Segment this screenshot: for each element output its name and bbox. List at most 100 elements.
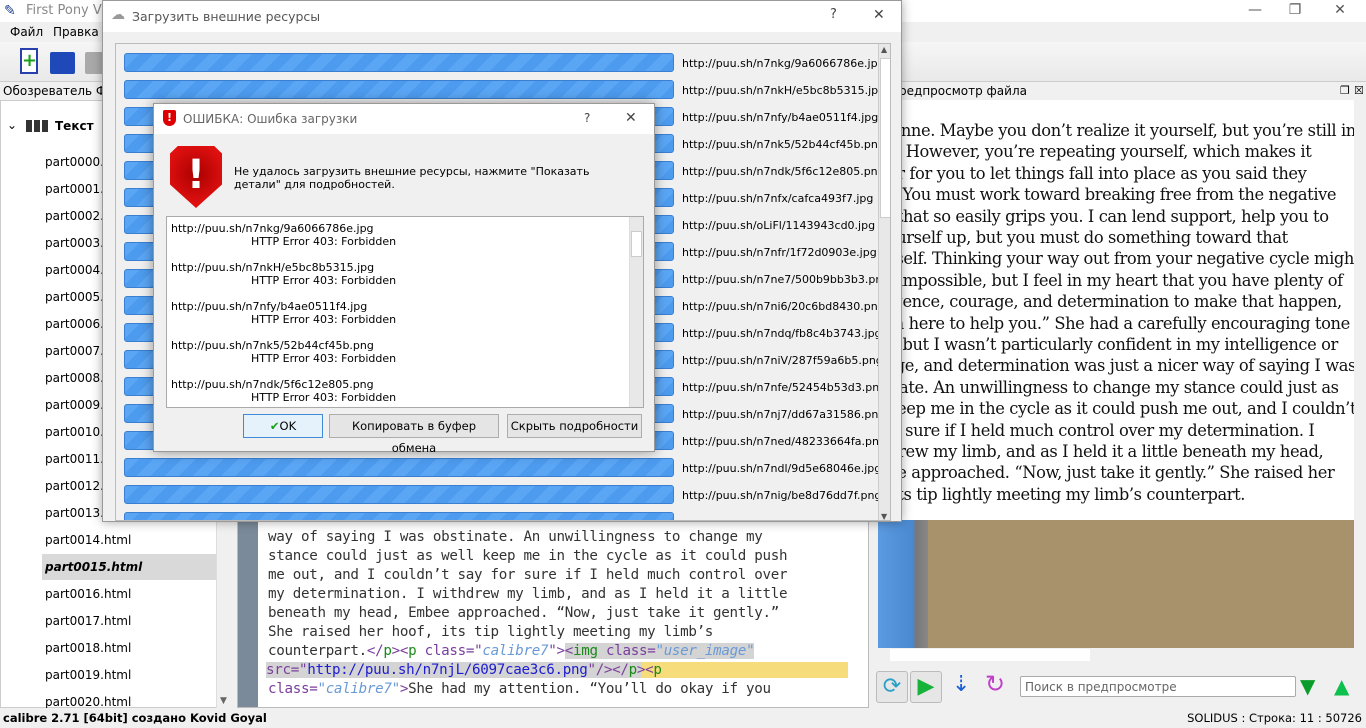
tree-item-part0015-html[interactable]: part0015.html — [45, 560, 142, 574]
detail-url: http://puu.sh/n7ndk/5f6c12e805.png — [171, 378, 374, 391]
detail-url: http://puu.sh/n7nfy/b4ae0511f4.jpg — [171, 300, 368, 313]
chevron-down-icon[interactable]: ⌄ — [7, 118, 17, 132]
preview-text-line: for sure if I held much control over my … — [878, 420, 1315, 440]
find-next-icon[interactable]: ▼ — [1300, 674, 1315, 698]
code-line-highlighted: src="http://puu.sh/n7njL/6097cae3c6.png"… — [266, 662, 848, 678]
detail-url: http://puu.sh/n7nk5/52b44cf45b.png — [171, 339, 374, 352]
dock-close-icon[interactable]: ☒ — [1354, 84, 1364, 97]
help-button[interactable]: ? — [584, 111, 590, 125]
download-url: http://puu.sh/n7nkg/9a6066786e.jpg — [682, 57, 885, 70]
download-list-scrollbar[interactable]: ▲ ▼ — [878, 44, 890, 520]
preview-text-line: yourself up, but you must do something t… — [878, 228, 1288, 247]
download-url: http://puu.sh/n7ndq/fb8c4b3743.jpg — [682, 327, 882, 340]
tree-item-part0020-html[interactable]: part0020.html — [45, 695, 131, 709]
preview-text-line: hdrew my limb, and as I held it a little… — [878, 442, 1324, 461]
preview-text-line: m impossible, but I feel in my heart tha… — [878, 270, 1343, 290]
tree-item-part0014-html[interactable]: part0014.html — [45, 533, 131, 547]
code-line: counterpart.</p><p class="calibre7"><img… — [268, 643, 755, 659]
preview-image — [878, 520, 1354, 648]
detail-error: HTTP Error 403: Forbidden — [251, 391, 397, 404]
preview-text-line: ld. You must work toward breaking free f… — [878, 185, 1337, 205]
preview-horizontal-scrollbar[interactable] — [878, 648, 1354, 662]
detail-error: HTTP Error 403: Forbidden — [251, 352, 397, 365]
download-url: http://puu.sh/n7ndk/5f6c12e805.png — [682, 165, 885, 178]
tree-item-part0016-html[interactable]: part0016.html — [45, 587, 131, 601]
preview-text-line: der for you to let things fall into plac… — [878, 163, 1307, 183]
error-dialog: ! ОШИБКА: Ошибка загрузки ? ✕ ! Не удало… — [153, 103, 655, 455]
download-progress-bar — [124, 80, 674, 99]
download-progress-bar — [124, 485, 674, 504]
preview-text-line: tinate. An unwillingness to change my st… — [878, 377, 1339, 397]
copy-to-clipboard-button[interactable]: Копировать в буфер обмена — [329, 414, 499, 455]
download-url: http://puu.sh/n7ne7/500b9bb3b3.png — [682, 273, 890, 286]
find-previous-icon[interactable]: ▲ — [1334, 674, 1349, 698]
download-progress-bar — [124, 512, 674, 520]
download-url: http://puu.sh/n7nfx/cafca493f7.jpg — [682, 192, 874, 205]
download-url: http://puu.sh/n7nfe/52454b53d3.png — [682, 381, 887, 394]
preview-pane[interactable]: vienne. Maybe you don’t realize it yours… — [878, 100, 1354, 520]
preview-search-input[interactable]: Поиск в предпросмотре — [1020, 676, 1296, 697]
preview-text-line: I’m here to help you.” She had a careful… — [878, 313, 1350, 333]
code-line: me out, and I couldn’t say for sure if I… — [268, 567, 788, 583]
minimize-button[interactable]: — — [1235, 2, 1275, 20]
detail-error: HTTP Error 403: Forbidden — [251, 235, 397, 248]
preview-text-line: f, its tip lightly meeting my limb’s cou… — [878, 484, 1246, 504]
preview-title: Предпросмотр файла — [890, 84, 1330, 100]
code-line: my determination. I withdrew my limb, an… — [268, 586, 788, 602]
download-progress-bar — [124, 53, 674, 72]
play-button[interactable]: ▶ — [910, 671, 942, 703]
download-url: http://puu.sh/n7nk5/52b44cf45b.png — [682, 138, 885, 151]
code-line: stance could just as well keep me in the… — [268, 548, 788, 564]
menu-edit[interactable]: Правка — [53, 25, 99, 39]
cloud-download-icon: ☁ — [111, 7, 125, 23]
error-title: ОШИБКА: Ошибка загрузки — [183, 112, 358, 126]
error-shield-icon: ! — [163, 110, 176, 126]
ok-button[interactable]: ✔OK — [243, 414, 323, 438]
hide-details-button[interactable]: Скрыть подробности — [507, 414, 642, 438]
code-line: beneath my head, Embee approached. “Now,… — [268, 605, 779, 621]
maximize-button[interactable]: ❐ — [1275, 2, 1315, 20]
close-button[interactable]: ✕ — [873, 7, 885, 23]
detail-error: HTTP Error 403: Forbidden — [251, 274, 397, 287]
preview-vertical-scrollbar[interactable] — [1354, 100, 1366, 648]
close-button[interactable]: ✕ — [625, 110, 637, 126]
tree-item-part0018-html[interactable]: part0018.html — [45, 641, 131, 655]
text-folder-icon — [26, 120, 50, 132]
reload-icon[interactable]: ↻ — [985, 670, 1005, 698]
dialog-title-bar: ☁ Загрузить внешние ресурсы ? ✕ — [103, 1, 901, 32]
status-version: calibre 2.71 [64bit] создано Kovid Goyal — [3, 711, 267, 725]
checkmark-icon: ✔ — [269, 419, 280, 433]
download-url: http://puu.sh/n7niV/287f59a6b5.png — [682, 354, 883, 367]
error-details-box[interactable]: http://puu.sh/n7nkg/9a6066786e.jpg HTTP E… — [166, 216, 644, 408]
new-file-icon[interactable]: + — [20, 48, 38, 74]
tree-root-text[interactable]: Текст — [55, 119, 94, 133]
preview-text-line: l keep me in the cycle as it could push … — [878, 399, 1354, 419]
sort-icon[interactable]: ⇣ — [952, 672, 970, 697]
detail-url: http://puu.sh/n7nkg/9a6066786e.jpg — [171, 222, 374, 235]
status-position: SOLIDUS : Строка: 11 : 50726 — [1187, 711, 1362, 725]
refresh-preview-button[interactable]: ⟳ — [876, 671, 908, 703]
error-title-bar: ! ОШИБКА: Ошибка загрузки ? ✕ — [154, 104, 654, 134]
error-message: Не удалось загрузить внешние ресурсы, на… — [234, 165, 590, 191]
tree-item-part0017-html[interactable]: part0017.html — [45, 614, 131, 628]
tree-item-part0019-html[interactable]: part0019.html — [45, 668, 131, 682]
dock-float-icon[interactable]: ❐ — [1340, 84, 1350, 97]
download-url: http://puu.sh/n7nfy/b4ae0511f4.jpg — [682, 111, 879, 124]
download-url: http://puu.sh/n7nfr/1f72d0903e.jpg — [682, 246, 877, 259]
preview-text-line: urself. Thinking your way out from your … — [878, 249, 1354, 269]
download-url: http://puu.sh/n7nkH/e5bc8b5315.jpg — [682, 84, 886, 97]
preview-text-line: vienne. Maybe you don’t realize it yours… — [878, 121, 1354, 140]
download-url: http://puu.sh/oLiFl/1143943cd0.jpg — [682, 219, 876, 232]
open-folder-icon[interactable] — [50, 52, 75, 74]
download-url: http://puu.sh/n7ni6/20c6bd8430.png — [682, 300, 885, 313]
preview-text-line: ck. However, you’re repeating yourself, … — [878, 142, 1312, 162]
help-button[interactable]: ? — [830, 7, 837, 22]
code-line: way of saying I was obstinate. An unwill… — [268, 529, 763, 545]
close-window-button[interactable]: ✕ — [1320, 2, 1360, 20]
preview-text-line: le that so easily grips you. I can lend … — [878, 206, 1329, 226]
code-editor[interactable]: way of saying I was obstinate. An unwill… — [237, 520, 869, 708]
details-scrollbar[interactable] — [629, 217, 643, 407]
status-bar: calibre 2.71 [64bit] создано Kovid Goyal… — [0, 708, 1366, 728]
menu-file[interactable]: Файл — [10, 25, 43, 39]
download-url: http://puu.sh/n7nig/be8d76dd7f.png — [682, 489, 882, 502]
